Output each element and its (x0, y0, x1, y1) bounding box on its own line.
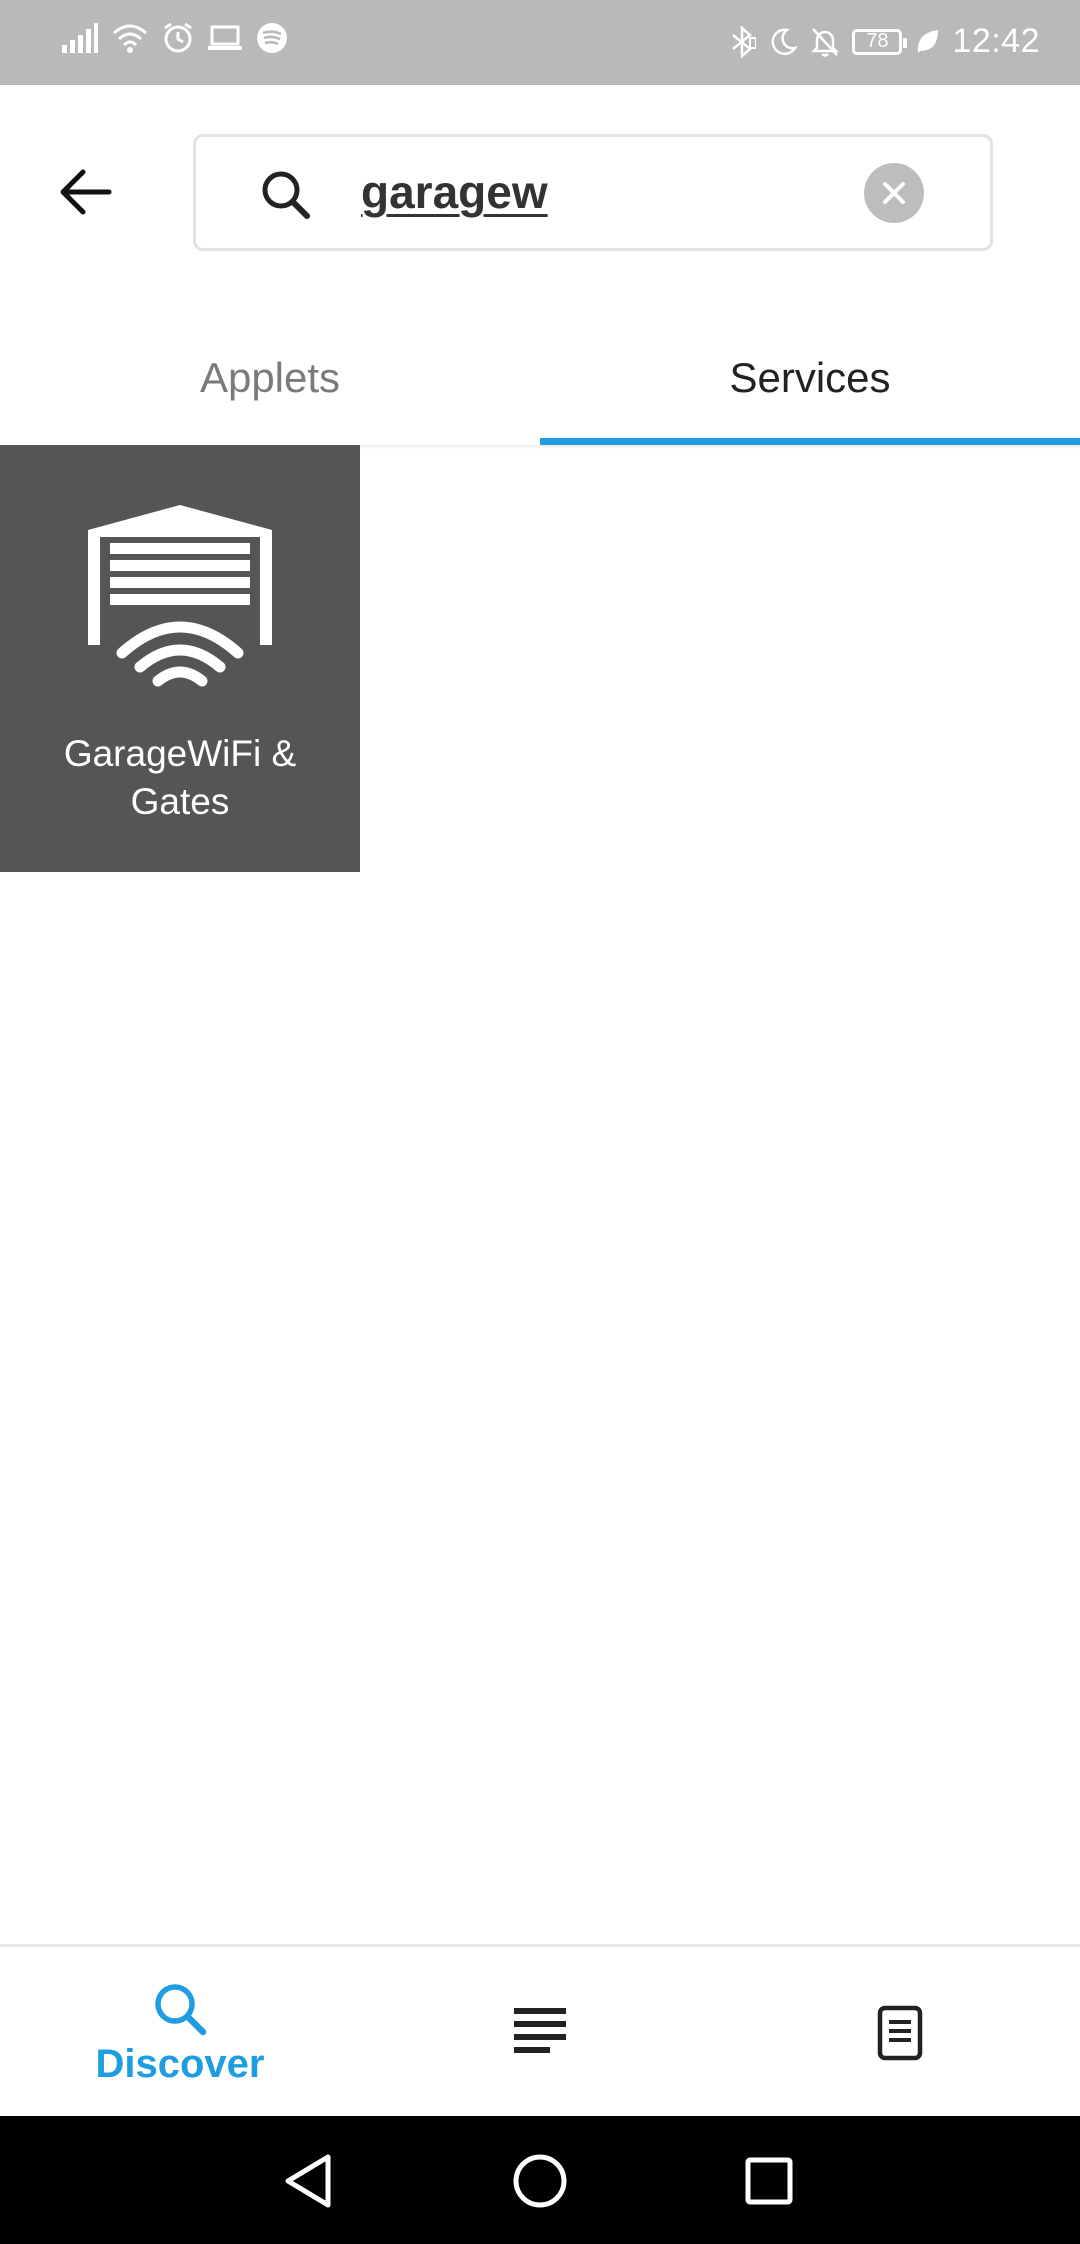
search-field[interactable]: garagew (193, 134, 993, 251)
status-left-icons (62, 22, 288, 54)
active-tab-indicator (540, 438, 1080, 445)
home-circle-icon (513, 2154, 567, 2208)
service-name-line2: Gates (130, 781, 230, 822)
nav-feed[interactable] (480, 1947, 600, 2119)
battery-level: 78 (866, 30, 889, 52)
service-tile-garagewifi[interactable]: GarageWiFi & Gates (0, 445, 360, 872)
nav-discover-label: Discover (95, 2041, 265, 2086)
tab-services[interactable]: Services (540, 310, 1080, 445)
system-recents-button[interactable] (734, 2146, 804, 2216)
laptop-icon (208, 25, 242, 50)
arrow-left-icon (60, 169, 112, 215)
bell-off-icon (811, 27, 840, 57)
system-home-button[interactable] (505, 2146, 575, 2216)
status-right-icons: 78 12:42 (730, 22, 1040, 61)
service-name: GarageWiFi & Gates (0, 730, 360, 826)
results-tabs: Applets Services (0, 310, 1080, 445)
feed-icon (514, 2008, 566, 2053)
battery-icon: 78 (852, 28, 908, 55)
moon-icon (771, 28, 799, 55)
search-icon (262, 171, 310, 219)
status-time: 12:42 (952, 22, 1040, 60)
tab-applets[interactable]: Applets (0, 310, 540, 445)
bluetooth-icon (732, 25, 757, 58)
system-nav-bar (0, 2116, 1080, 2244)
search-icon (155, 1983, 207, 2035)
spotify-icon (257, 23, 287, 53)
alarm-icon (164, 22, 192, 53)
search-input[interactable]: garagew (361, 165, 548, 219)
service-name-line1: GarageWiFi & (63, 733, 297, 774)
nav-activity[interactable] (840, 1947, 960, 2119)
wifi-icon (113, 24, 147, 53)
bottom-nav: Discover (0, 1944, 1080, 2119)
close-icon (883, 182, 905, 204)
clear-search-button[interactable] (864, 163, 924, 223)
back-button[interactable] (50, 162, 120, 222)
leaf-icon (918, 29, 939, 53)
garage-wifi-icon (88, 505, 272, 687)
nav-discover[interactable]: Discover (60, 1947, 300, 2119)
status-bar: 78 12:42 (0, 0, 1080, 85)
system-back-button[interactable] (273, 2146, 343, 2216)
activity-icon (877, 2005, 923, 2061)
recents-square-icon (745, 2157, 793, 2205)
back-triangle-icon (285, 2154, 331, 2208)
signal-icon (62, 23, 98, 53)
